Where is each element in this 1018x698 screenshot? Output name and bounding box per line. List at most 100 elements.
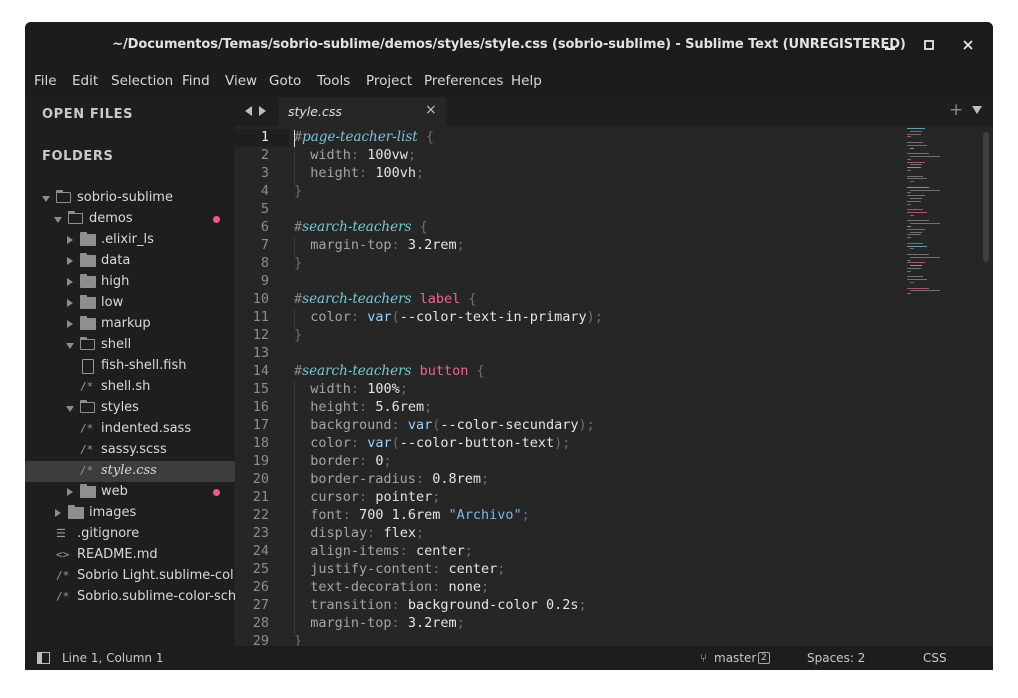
tree-item[interactable]: /* style.css — [25, 461, 235, 482]
chevron-right-icon[interactable] — [67, 299, 73, 307]
editor-scrollbar-thumb[interactable] — [983, 132, 989, 262]
minimap-line — [907, 133, 921, 135]
line-number: 26 — [252, 579, 269, 595]
minimap-line — [907, 203, 911, 205]
minimap[interactable] — [907, 126, 957, 306]
minimap-line — [907, 142, 923, 143]
tree-item[interactable]: styles — [25, 398, 235, 419]
tree-item[interactable]: sobrio-sublime — [25, 188, 235, 209]
tab-list-dropdown-icon[interactable] — [972, 106, 982, 114]
minimap-line — [907, 175, 923, 177]
menu-file[interactable]: File — [34, 73, 57, 89]
chevron-down-icon[interactable] — [66, 406, 74, 412]
minimap-line — [907, 228, 925, 230]
tree-item[interactable]: markup — [25, 314, 235, 335]
tree-item[interactable]: /* Sobrio Light.sublime-col — [25, 566, 235, 587]
tree-item[interactable]: high — [25, 272, 235, 293]
menu-view[interactable]: View — [225, 73, 257, 89]
code-line: #search-teachers label { — [294, 291, 477, 307]
sidebar-toggle-icon[interactable] — [37, 652, 50, 664]
line-number: 20 — [252, 471, 269, 487]
maximize-icon[interactable] — [919, 35, 939, 55]
tree-item[interactable]: /* sassy.scss — [25, 440, 235, 461]
chevron-right-icon[interactable] — [67, 320, 73, 328]
tree-item-label: shell — [101, 337, 132, 352]
tree-item[interactable]: low — [25, 293, 235, 314]
menu-preferences[interactable]: Preferences — [424, 73, 503, 89]
tree-item-label: .elixir_ls — [101, 232, 154, 247]
minimap-line — [907, 279, 927, 281]
minimap-line — [907, 153, 929, 155]
minimap-line — [910, 231, 922, 233]
tree-item[interactable]: data — [25, 251, 235, 272]
line-number: 11 — [252, 309, 269, 325]
chevron-right-icon[interactable] — [67, 488, 73, 496]
tree-item-label: style.css — [101, 463, 157, 478]
menu-project[interactable]: Project — [366, 73, 412, 89]
tree-item-label: demos — [89, 211, 133, 226]
syntax-selector[interactable]: CSS — [923, 651, 947, 665]
tree-item-label: shell.sh — [101, 379, 151, 394]
minimap-line — [907, 128, 925, 129]
chevron-right-icon[interactable] — [67, 257, 73, 265]
tab-close-icon[interactable]: × — [425, 102, 437, 118]
code-line: } — [294, 183, 303, 199]
minimap-line — [907, 242, 923, 244]
tree-item[interactable]: web — [25, 482, 235, 503]
cursor-position[interactable]: Line 1, Column 1 — [62, 651, 164, 665]
chevron-down-icon[interactable] — [54, 217, 62, 223]
tree-item[interactable]: /* Sobrio.sublime-color-sch — [25, 587, 237, 608]
minimap-line — [910, 265, 922, 267]
code-editor[interactable]: 1 2 3 4 5 6 7 8 9 10 11 12 13 14 15 16 17 18 19 20 21 22 23 24 2… — [235, 126, 993, 646]
chevron-right-icon[interactable] — [55, 509, 61, 517]
minimize-icon[interactable] — [880, 35, 900, 55]
tree-item-label: .gitignore — [77, 526, 140, 541]
minimap-line — [907, 212, 927, 213]
new-tab-plus-icon[interactable]: + — [949, 100, 963, 120]
git-branch-name[interactable]: master — [714, 651, 756, 665]
chevron-right-icon[interactable] — [67, 236, 73, 244]
line-number: 6 — [260, 219, 269, 235]
chevron-down-icon[interactable] — [42, 196, 50, 202]
sidebar: OPEN FILES FOLDERS sobrio-sublime demos .e… — [25, 94, 237, 646]
tree-item[interactable]: demos — [25, 209, 235, 230]
tree-item[interactable]: images — [25, 503, 235, 524]
indentation-setting[interactable]: Spaces: 2 — [807, 651, 865, 665]
tree-item-label: Sobrio.sublime-color-sch — [77, 589, 237, 604]
tree-item[interactable]: /* indented.sass — [25, 419, 235, 440]
folders-heading: FOLDERS — [42, 149, 114, 164]
tab-style-css[interactable]: style.css × — [279, 97, 446, 126]
code-line: border: 0; — [310, 453, 392, 469]
indent-guide — [294, 309, 295, 327]
folder-icon — [80, 295, 96, 309]
minimap-line — [910, 156, 940, 157]
line-number: 7 — [260, 237, 269, 253]
menu-help[interactable]: Help — [511, 73, 542, 89]
menu-find[interactable]: Find — [182, 73, 210, 89]
menu-goto[interactable]: Goto — [269, 73, 301, 89]
git-branch-count: 2 — [758, 652, 770, 664]
code-line: justify-content: center; — [310, 561, 506, 577]
minimap-line — [910, 256, 940, 258]
tab-next-icon[interactable] — [259, 106, 266, 116]
tree-item[interactable]: .elixir_ls — [25, 230, 235, 251]
line-number: 24 — [252, 543, 269, 559]
chevron-right-icon[interactable] — [67, 278, 73, 286]
tab-prev-icon[interactable] — [245, 106, 252, 116]
menu-selection[interactable]: Selection — [111, 73, 173, 89]
modified-dot — [213, 489, 220, 496]
close-icon[interactable] — [958, 35, 978, 55]
line-number: 14 — [252, 363, 269, 379]
menu-edit[interactable]: Edit — [72, 73, 98, 89]
tree-item[interactable]: /* shell.sh — [25, 377, 235, 398]
line-number: 27 — [252, 597, 269, 613]
minimap-line — [907, 220, 929, 222]
chevron-down-icon[interactable] — [66, 343, 74, 349]
menu-tools[interactable]: Tools — [317, 73, 350, 89]
tree-item[interactable]: ☰ .gitignore — [25, 524, 235, 545]
tree-item-label: fish-shell.fish — [101, 358, 187, 373]
tree-item[interactable]: fish-shell.fish — [25, 356, 235, 377]
tree-item[interactable]: <> README.md — [25, 545, 235, 566]
minimap-line — [907, 209, 923, 211]
tree-item[interactable]: shell — [25, 335, 235, 356]
